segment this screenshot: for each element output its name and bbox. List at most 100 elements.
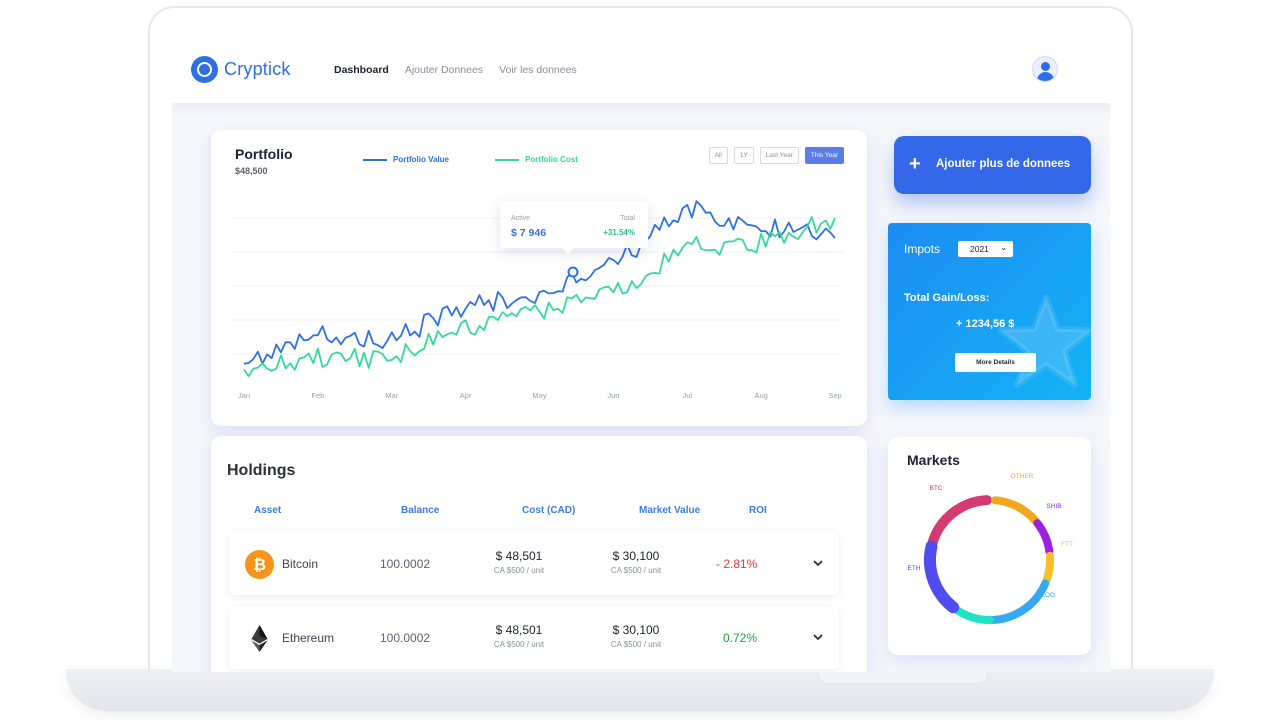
asset-roi: - 2.81% [716, 557, 758, 571]
range-selector: All 1Y Last Year This Year [708, 147, 844, 164]
legend-portfolio-cost: Portfolio Cost [495, 155, 578, 164]
laptop-base [66, 669, 1214, 711]
logo-icon [191, 56, 218, 83]
x-tick-label: Jul [682, 391, 692, 400]
ethereum-icon [251, 625, 268, 652]
cost-unit: CA $500 / unit [493, 640, 545, 649]
legend-line-icon [363, 158, 387, 161]
legend-portfolio-value: Portfolio Value [363, 155, 449, 164]
hover-point-marker [567, 266, 579, 278]
donut-segment-other[interactable] [991, 496, 1040, 526]
chart-tooltip: Active Total $ 7 946 +31.54% [500, 201, 648, 254]
markets-title: Markets [907, 452, 960, 468]
avatar-head [1041, 62, 1050, 71]
x-tick-label: May [532, 391, 546, 400]
x-tick-label: Feb [311, 391, 324, 400]
range-this-year[interactable]: This Year [804, 147, 844, 164]
bitcoin-icon: ₿ [245, 550, 274, 579]
avatar-body [1037, 72, 1054, 81]
year-select-value: 2021 [970, 244, 989, 254]
market-unit: CA $500 / unit [610, 566, 662, 575]
holdings-card: Holdings Asset Balance Cost (CAD) Market… [211, 436, 867, 672]
cost-amount: $ 48,501 [495, 623, 543, 637]
chevron-down-icon: ⌄ [1000, 243, 1007, 252]
x-tick-label: Aug [754, 391, 767, 400]
portfolio-title: Portfolio [235, 146, 293, 162]
donut-label-other: OTHER [1011, 473, 1034, 480]
x-tick-label: Sep [828, 391, 841, 400]
range-1y[interactable]: 1Y [733, 147, 754, 164]
chevron-down-icon[interactable] [812, 631, 824, 643]
main-nav: Dashboard Ajouter Donnees Voir les donne… [334, 64, 577, 76]
column-header-asset: Asset [254, 505, 282, 516]
donut-label-sol: SOL [965, 615, 978, 622]
market-amount: $ 30,100 [612, 623, 660, 637]
plus-icon: + [909, 153, 921, 175]
tooltip-left-value: $ 7 946 [511, 227, 547, 239]
total-gain-loss-value: + 1234,56 $ [956, 318, 1015, 330]
tooltip-left-label: Active [511, 215, 531, 222]
main-content: Jan Feb Mar Apr May Jun Jul Aug Sep Portfolio $4… [172, 103, 1110, 672]
top-navbar: Cryptick Dashboard Ajouter Donnees Voir … [172, 26, 1110, 103]
nav-dashboard[interactable]: Dashboard [334, 64, 389, 76]
holdings-title: Holdings [227, 462, 296, 479]
markets-donut-chart: BTC OTHER SHIB FTT ZOO SOL ETH [908, 473, 1073, 624]
asset-cost: $ 48,501 CA $500 / unit [476, 623, 562, 649]
nav-ajouter-donnees[interactable]: Ajouter Donnees [405, 64, 483, 76]
donut-label-eth: ETH [908, 565, 921, 572]
more-details-button[interactable]: More Details [955, 353, 1036, 372]
nav-voir-donnees[interactable]: Voir les donnees [499, 64, 577, 76]
tooltip-right-value: +31.54% [603, 228, 635, 237]
app-screen: Cryptick Dashboard Ajouter Donnees Voir … [172, 26, 1110, 672]
asset-balance: 100.0002 [380, 557, 431, 571]
asset-roi: 0.72% [723, 631, 758, 645]
asset-cost: $ 48,501 CA $500 / unit [476, 549, 562, 575]
donut-label-shib: SHIB [1046, 503, 1061, 510]
tooltip-right-label: Total [620, 215, 635, 222]
legend-label: Portfolio Value [393, 155, 450, 164]
donut-segment-ftt[interactable] [1042, 551, 1055, 585]
donut-label-ftt: FTT [1061, 541, 1073, 548]
x-tick-label: Jun [607, 391, 619, 400]
column-header-balance: Balance [401, 505, 440, 516]
total-gain-loss-heading: Total Gain/Loss: [904, 292, 990, 304]
add-data-label: Ajouter plus de donnees [936, 158, 1071, 170]
asset-name: Bitcoin [282, 557, 319, 571]
asset-market-value: $ 30,100 CA $500 / unit [593, 623, 679, 649]
donut-segment-eth[interactable] [923, 540, 960, 614]
legend-line-icon [495, 158, 519, 161]
x-tick-label: Mar [385, 391, 398, 400]
holding-row-ethereum[interactable]: Ethereum 100.0002 $ 48,501 CA $500 / uni… [229, 606, 839, 669]
donut-label-zoo: ZOO [1041, 592, 1055, 599]
logo[interactable]: Cryptick [191, 56, 291, 83]
column-header-market-value: Market Value [639, 505, 701, 516]
portfolio-card: Jan Feb Mar Apr May Jun Jul Aug Sep Portfolio $4… [211, 130, 867, 426]
laptop-notch [818, 670, 988, 684]
market-unit: CA $500 / unit [610, 640, 662, 649]
add-data-button[interactable]: + Ajouter plus de donnees [894, 136, 1091, 194]
portfolio-chart: Jan Feb Mar Apr May Jun Jul Aug Sep [233, 200, 843, 400]
portfolio-value: $48,500 [235, 166, 268, 176]
user-avatar-icon[interactable] [1032, 56, 1058, 82]
range-last-year[interactable]: Last Year [759, 147, 799, 164]
range-all[interactable]: All [708, 147, 728, 164]
donut-segment-btc[interactable] [927, 495, 992, 548]
column-header-roi: ROI [749, 505, 767, 516]
svg-text:₿: ₿ [253, 556, 266, 574]
cost-unit: CA $500 / unit [493, 566, 545, 575]
year-select[interactable]: 2021 ⌄ [958, 241, 1013, 257]
cost-amount: $ 48,501 [495, 549, 543, 563]
market-amount: $ 30,100 [612, 549, 660, 563]
chevron-down-icon[interactable] [812, 557, 824, 569]
tax-label: Impots [904, 242, 941, 256]
x-tick-label: Apr [460, 391, 472, 400]
legend-label: Portfolio Cost [525, 155, 578, 164]
star-icon [998, 294, 1091, 388]
donut-segment-shib[interactable] [1033, 519, 1054, 556]
app-name: Cryptick [224, 59, 291, 79]
asset-market-value: $ 30,100 CA $500 / unit [593, 549, 679, 575]
donut-label-btc: BTC [930, 485, 943, 492]
x-tick-label: Jan [238, 391, 250, 400]
donut-segment-zoo[interactable] [988, 579, 1050, 624]
holding-row-bitcoin[interactable]: ₿ Bitcoin 100.0002 $ 48,501 CA $500 / un… [229, 532, 839, 595]
